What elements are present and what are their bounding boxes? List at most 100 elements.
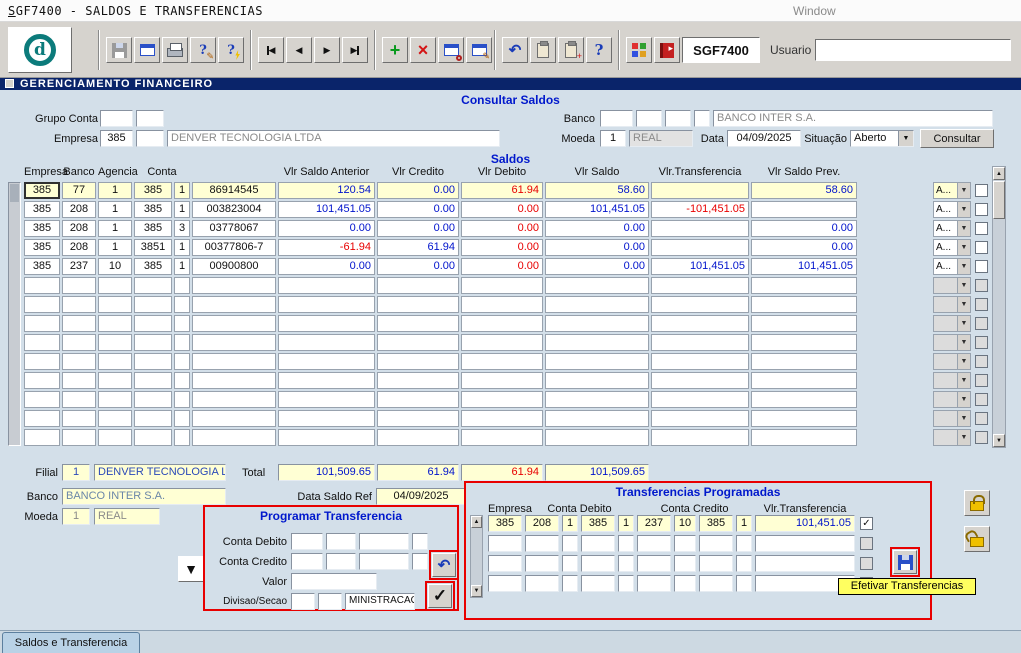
scroll-up-icon[interactable]: ▲ — [993, 167, 1005, 180]
cell[interactable] — [699, 575, 733, 592]
conta-debito-input-4[interactable] — [412, 533, 428, 550]
cell[interactable] — [24, 334, 60, 351]
cell-conta-debito[interactable]: 385 — [581, 515, 615, 532]
chevron-down-icon[interactable]: ▼ — [957, 278, 970, 293]
cell[interactable] — [651, 353, 749, 370]
row-combo[interactable]: ▼ — [933, 372, 971, 389]
cell[interactable] — [134, 391, 172, 408]
cell[interactable] — [637, 575, 671, 592]
cell[interactable] — [488, 575, 522, 592]
cell[interactable] — [134, 277, 172, 294]
usuario-input[interactable] — [815, 39, 1011, 61]
table-row[interactable]: 385 208 1 385 3 03778067 0.00 0.00 0.00 … — [0, 220, 1021, 237]
delete-record-button[interactable]: × — [410, 37, 436, 63]
cell[interactable] — [461, 391, 543, 408]
cell[interactable] — [637, 555, 671, 572]
row-combo[interactable]: ▼ — [933, 277, 971, 294]
cell[interactable] — [545, 353, 649, 370]
row-combo[interactable]: A...▼ — [933, 182, 971, 199]
table-empty-row[interactable]: ▼ — [0, 429, 1021, 446]
cell[interactable] — [461, 296, 543, 313]
cell[interactable] — [545, 334, 649, 351]
cell-agencia[interactable]: 1 — [98, 239, 132, 256]
banco-input-3[interactable] — [665, 110, 691, 127]
cell-empresa[interactable]: 385 — [24, 239, 60, 256]
save-button[interactable] — [106, 37, 132, 63]
row-combo[interactable]: A...▼ — [933, 201, 971, 218]
cell[interactable] — [618, 535, 634, 552]
cell[interactable] — [98, 334, 132, 351]
cell-saldo-prev[interactable]: 0.00 — [751, 239, 857, 256]
cell[interactable] — [651, 315, 749, 332]
cell[interactable] — [545, 429, 649, 446]
row-combo[interactable]: ▼ — [933, 315, 971, 332]
cell[interactable] — [278, 391, 375, 408]
conta-debito-input[interactable] — [291, 533, 323, 550]
cell-agencia[interactable]: 1 — [98, 201, 132, 218]
cell[interactable] — [278, 315, 375, 332]
cell[interactable] — [192, 277, 276, 294]
conta-credito-input[interactable] — [291, 553, 323, 570]
empresa-input[interactable]: 385 — [100, 130, 133, 147]
cell-conta-digito[interactable]: 1 — [174, 239, 190, 256]
banco-input-2[interactable] — [636, 110, 662, 127]
cell[interactable] — [755, 535, 855, 552]
cell[interactable] — [525, 555, 559, 572]
cell[interactable] — [377, 334, 459, 351]
row-checkbox[interactable] — [975, 203, 988, 216]
grupo-conta-input-2[interactable] — [136, 110, 164, 127]
chevron-down-icon[interactable]: ▼ — [957, 240, 970, 255]
row-checkbox[interactable] — [975, 412, 988, 425]
cell[interactable] — [192, 429, 276, 446]
cell-saldo-anterior[interactable]: 0.00 — [278, 220, 375, 237]
cell[interactable] — [699, 535, 733, 552]
cell[interactable] — [134, 315, 172, 332]
cell[interactable] — [62, 277, 96, 294]
cell-conta-credito[interactable]: 1 — [736, 515, 752, 532]
table-empty-row[interactable]: ▼ — [0, 315, 1021, 332]
cell-saldo[interactable]: 101,451.05 — [545, 201, 649, 218]
cell[interactable] — [461, 372, 543, 389]
cell[interactable] — [278, 353, 375, 370]
app-logo[interactable]: d — [8, 27, 72, 73]
cell[interactable] — [377, 353, 459, 370]
row-checkbox-checked[interactable]: ✓ — [860, 517, 873, 530]
cell-transferencia[interactable]: -101,451.05 — [651, 201, 749, 218]
cell[interactable] — [192, 372, 276, 389]
cell[interactable] — [134, 372, 172, 389]
chevron-down-icon[interactable]: ▼ — [957, 430, 970, 445]
row-checkbox[interactable] — [860, 537, 873, 550]
confirm-transfer-button[interactable]: ✓ — [428, 584, 452, 608]
cell-conta-digito[interactable]: 3 — [174, 220, 190, 237]
cell[interactable] — [751, 296, 857, 313]
cell[interactable] — [751, 372, 857, 389]
cell-credito[interactable]: 0.00 — [377, 258, 459, 275]
cell[interactable] — [62, 315, 96, 332]
window-button[interactable] — [134, 37, 160, 63]
conta-credito-input-4[interactable] — [412, 553, 428, 570]
chevron-down-icon[interactable]: ▼ — [957, 354, 970, 369]
cell-saldo-prev[interactable]: 101,451.05 — [751, 258, 857, 275]
cell[interactable] — [24, 353, 60, 370]
menu-button[interactable] — [626, 37, 652, 63]
cell[interactable] — [651, 334, 749, 351]
cell[interactable] — [24, 277, 60, 294]
cell-saldo-anterior[interactable]: -61.94 — [278, 239, 375, 256]
cell[interactable] — [545, 410, 649, 427]
row-combo[interactable]: ▼ — [933, 296, 971, 313]
cell[interactable] — [98, 277, 132, 294]
cell-agencia[interactable]: 1 — [98, 182, 132, 199]
edit-query-button[interactable]: ✎ — [466, 37, 492, 63]
table-row[interactable]: 385 208 1 385 1 003823004 101,451.05 0.0… — [0, 201, 1021, 218]
table-row[interactable]: 385 208 1 3851 1 00377806-7 -61.94 61.94… — [0, 239, 1021, 256]
cell[interactable] — [134, 429, 172, 446]
cell[interactable] — [24, 429, 60, 446]
cell[interactable] — [461, 334, 543, 351]
row-combo[interactable]: ▼ — [933, 391, 971, 408]
cell[interactable] — [134, 353, 172, 370]
cell[interactable] — [751, 353, 857, 370]
cell[interactable] — [377, 315, 459, 332]
cell-empresa[interactable]: 385 — [24, 201, 60, 218]
row-combo[interactable]: ▼ — [933, 353, 971, 370]
cell-banco[interactable]: 77 — [62, 182, 96, 199]
